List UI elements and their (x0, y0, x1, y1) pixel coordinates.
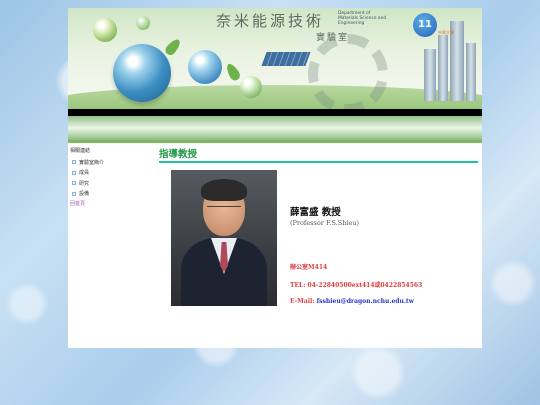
sidebar-item-equipment[interactable]: 設備 (70, 189, 154, 200)
solar-panel-icon (261, 52, 311, 66)
banner-subtitle: 實驗室 (316, 33, 350, 43)
earth-globe-icon (113, 44, 171, 102)
sidebar: 相關連結 實驗室簡介 成員 研究 設備 回首頁 (70, 147, 154, 207)
university-logo-icon: 11 (413, 13, 437, 37)
building-icon (466, 43, 476, 101)
office-info: 辦公室M414 (290, 264, 328, 271)
email-link[interactable]: fsshieu@dragon.nchu.edu.tw (317, 298, 414, 305)
department-name: Department of Materials Science and Engi… (338, 11, 387, 27)
bullet-icon (72, 160, 76, 165)
banner-title: 奈米能源技術 (216, 12, 325, 30)
email-label: E-Mail: (290, 298, 315, 305)
nav-item-6[interactable] (413, 116, 482, 140)
email-info: E-Mail: fsshieu@dragon.nchu.edu.tw (290, 298, 414, 305)
sidebar-item-members[interactable]: 成員 (70, 168, 154, 179)
leaf-icon (224, 61, 242, 83)
nav-item-5[interactable] (344, 116, 413, 140)
nav-item-1[interactable] (68, 116, 137, 140)
sidebar-item-intro[interactable]: 實驗室簡介 (70, 157, 154, 168)
gear-decoration (308, 34, 388, 109)
professor-name-en: (Professor F.S.Shieu) (290, 219, 360, 227)
page-container: 奈米能源技術 實驗室 Department of Materials Scien… (68, 8, 482, 348)
nav-underline (68, 140, 482, 143)
sidebar-item-research[interactable]: 研究 (70, 178, 154, 189)
bullet-icon (72, 181, 76, 186)
bullet-icon (72, 191, 76, 196)
tiny-globe-icon (136, 16, 150, 30)
building-icon (438, 35, 448, 101)
city-globe-icon (188, 50, 222, 84)
sidebar-item-label: 實驗室簡介 (79, 159, 105, 166)
professor-photo (171, 170, 277, 306)
nav-item-4[interactable] (275, 116, 344, 140)
tree-globe-icon (240, 76, 262, 98)
divider-bar (68, 109, 482, 116)
leaf-icon (163, 36, 183, 58)
page-heading: 指導教授 (159, 149, 198, 160)
nav-item-2[interactable] (137, 116, 206, 140)
telephone-info: TEL: 04-22840500ext414或0422854563 (290, 282, 423, 289)
building-icon (424, 49, 436, 101)
small-globe-icon (93, 18, 117, 42)
bullet-icon (72, 170, 76, 175)
sidebar-item-label: 成員 (79, 170, 90, 177)
lab-banner: 奈米能源技術 實驗室 Department of Materials Scien… (68, 8, 482, 109)
sidebar-item-label: 研究 (79, 180, 90, 187)
professor-name: 薛富盛 教授 (290, 207, 341, 218)
logo-text: 中興大學 (438, 30, 454, 35)
main-nav (68, 116, 482, 140)
sidebar-title: 相關連結 (70, 148, 91, 154)
sidebar-item-label: 設備 (79, 191, 90, 198)
heading-underline (159, 161, 478, 163)
back-link[interactable]: 回首頁 (70, 200, 154, 207)
nav-item-3[interactable] (206, 116, 275, 140)
